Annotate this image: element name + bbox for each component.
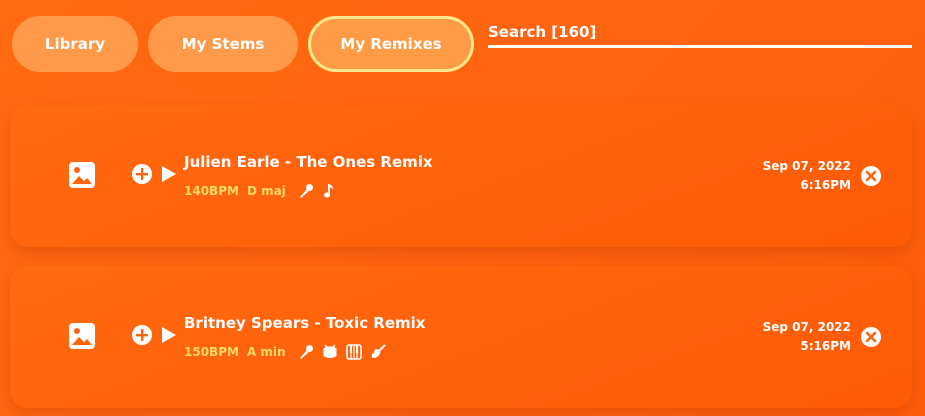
key-label: D maj <box>246 184 286 198</box>
key-label: A min <box>246 345 286 359</box>
remix-date: Sep 07, 2022 <box>762 320 851 334</box>
remix-card[interactable]: Julien Earle - The Ones Remix 140BPM D m… <box>10 105 912 247</box>
drum-icon <box>323 344 337 358</box>
remix-date: Sep 07, 2022 <box>762 159 851 173</box>
close-icon[interactable] <box>860 326 882 348</box>
remix-time: 6:16PM <box>800 178 851 192</box>
guitar-icon <box>371 344 386 358</box>
play-icon[interactable] <box>161 165 177 183</box>
image-icon <box>69 323 95 349</box>
search-input[interactable]: Search [160] <box>488 18 912 48</box>
remix-title: Julien Earle - The Ones Remix <box>184 153 433 171</box>
play-icon[interactable] <box>161 326 177 344</box>
image-icon <box>69 162 95 188</box>
tab-bar: Library My Stems My Remixes <box>12 16 474 72</box>
remix-card[interactable]: Britney Spears - Toxic Remix 150BPM A mi… <box>10 266 912 408</box>
remix-timestamp: Sep 07, 2022 6:16PM <box>763 157 851 195</box>
remix-meta: 140BPM D maj <box>184 183 338 199</box>
remix-meta: 150BPM A min <box>184 344 386 360</box>
remix-title: Britney Spears - Toxic Remix <box>184 314 426 332</box>
add-icon[interactable] <box>131 163 153 185</box>
remix-time: 5:16PM <box>800 339 851 353</box>
music-note-icon <box>323 184 333 198</box>
microphone-icon <box>299 184 313 198</box>
remix-timestamp: Sep 07, 2022 5:16PM <box>763 318 851 356</box>
bpm-label: 140BPM <box>184 184 239 198</box>
close-icon[interactable] <box>860 165 882 187</box>
microphone-icon <box>299 345 313 359</box>
tab-my-stems[interactable]: My Stems <box>148 16 298 72</box>
piano-icon <box>345 344 362 360</box>
add-icon[interactable] <box>131 324 153 346</box>
tab-library[interactable]: Library <box>12 16 138 72</box>
tab-my-remixes[interactable]: My Remixes <box>308 16 474 72</box>
bpm-label: 150BPM <box>184 345 239 359</box>
